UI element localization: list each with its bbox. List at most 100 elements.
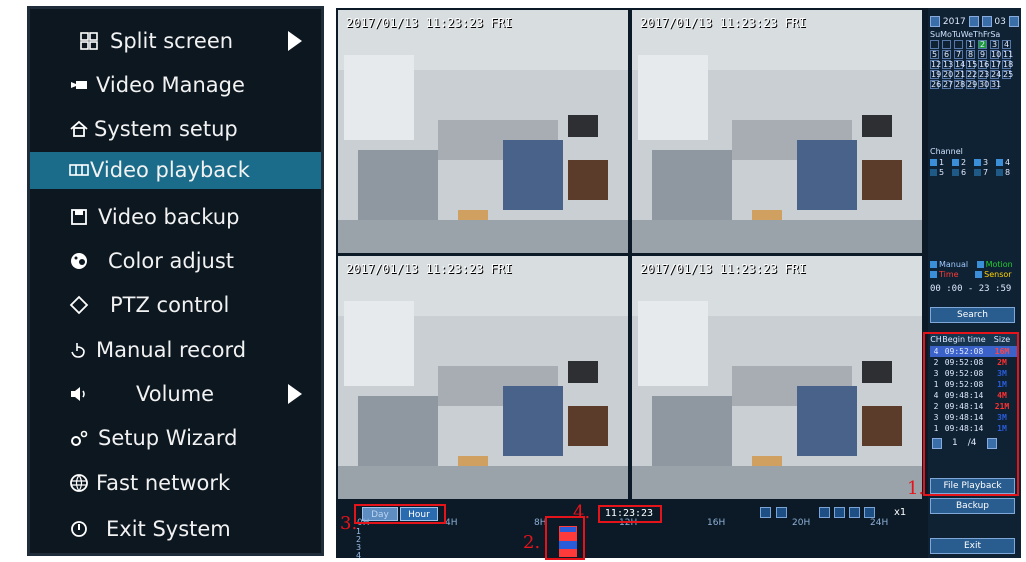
month-next-button[interactable] xyxy=(1008,16,1019,27)
channel-title: Channel xyxy=(930,147,963,156)
motion-checkbox[interactable]: Motion xyxy=(976,260,1013,269)
menu-item-label: Split screen xyxy=(110,29,234,53)
calendar-day[interactable]: 2 xyxy=(978,40,987,49)
menu-item-exit-system[interactable]: Exit System xyxy=(30,511,321,548)
office-scene xyxy=(338,256,628,499)
calendar-day[interactable]: 6 xyxy=(942,50,951,59)
calendar-year: 2017 xyxy=(942,17,966,27)
calendar-weekdays: SuMoTuWeThFrSa xyxy=(930,30,1001,39)
annotation-label-3: 3. xyxy=(340,513,358,534)
ptz-icon xyxy=(68,293,90,317)
main-menu: Split screen Video Manage System setup V… xyxy=(27,6,324,556)
manual-checkbox[interactable]: Manual xyxy=(930,260,968,269)
calendar-day[interactable]: 3 xyxy=(990,40,999,49)
pause-button[interactable] xyxy=(834,507,845,518)
prev-file-button[interactable] xyxy=(760,507,771,518)
menu-item-label: Exit System xyxy=(106,517,231,541)
calendar-day[interactable]: 1 xyxy=(966,40,975,49)
playback-speed: x1 xyxy=(894,507,907,518)
calendar-day[interactable]: 27 xyxy=(942,80,953,89)
timeline-tick: 4H xyxy=(445,518,458,528)
fast-forward-button[interactable] xyxy=(864,507,875,518)
rewind-button[interactable] xyxy=(819,507,830,518)
calendar-day[interactable]: 29 xyxy=(966,80,977,89)
menu-item-system-setup[interactable]: System setup xyxy=(30,111,321,148)
camera-view-4[interactable]: 2017/01/13 11:23:23 FRI xyxy=(632,256,922,499)
menu-item-ptz-control[interactable]: PTZ control xyxy=(30,287,321,324)
calendar-day[interactable]: 10 xyxy=(990,50,1001,59)
calendar-grid: 1 2 3 4 5 6 7 8 9 10 11 12 13 14 15 16 17 18 19 20 21 22 23 24 2… xyxy=(930,40,1018,95)
menu-item-label: Video playback xyxy=(90,158,250,182)
playback-icon xyxy=(68,158,90,182)
calendar-day[interactable]: 4 xyxy=(1002,40,1011,49)
calendar-day[interactable]: 5 xyxy=(930,50,939,59)
calendar-day[interactable]: 13 xyxy=(942,60,953,69)
submenu-arrow-icon xyxy=(288,31,302,51)
calendar-day[interactable]: 23 xyxy=(978,70,989,79)
menu-item-manual-record[interactable]: Manual record xyxy=(30,332,321,369)
year-next-button[interactable] xyxy=(968,16,979,27)
menu-item-color-adjust[interactable]: Color adjust xyxy=(30,243,321,280)
calendar-day[interactable]: 9 xyxy=(978,50,987,59)
month-prev-button[interactable] xyxy=(981,16,992,27)
calendar-day[interactable]: 25 xyxy=(1002,70,1013,79)
office-scene xyxy=(338,10,628,253)
calendar-day[interactable]: 19 xyxy=(930,70,941,79)
annotation-box-4 xyxy=(598,505,662,523)
menu-item-label: Video backup xyxy=(98,205,240,229)
search-button[interactable]: Search xyxy=(930,307,1015,323)
menu-item-video-backup[interactable]: Video backup xyxy=(30,199,321,236)
sensor-checkbox[interactable]: Sensor xyxy=(975,270,1012,279)
channel-checkbox-5[interactable]: 5 xyxy=(930,168,944,177)
menu-item-video-manage[interactable]: Video Manage xyxy=(30,67,321,104)
camera-view-2[interactable]: 2017/01/13 11:23:23 FRI xyxy=(632,10,922,253)
menu-item-setup-wizard[interactable]: Setup Wizard xyxy=(30,420,321,457)
calendar-header: 2017 03 xyxy=(930,16,1019,27)
channel-checkbox-1[interactable]: 1 xyxy=(930,158,944,167)
calendar-day[interactable]: 31 xyxy=(990,80,1001,89)
calendar-day[interactable]: 14 xyxy=(954,60,965,69)
dvr-playback-screen: 2017/01/13 11:23:23 FRI 2017/01/13 11:23… xyxy=(336,8,1021,560)
speaker-icon xyxy=(68,382,90,406)
office-scene xyxy=(632,10,922,253)
play-button[interactable] xyxy=(849,507,860,518)
time-range-field[interactable]: 00 :00 - 23 :59 xyxy=(930,284,1018,298)
menu-item-label: Setup Wizard xyxy=(98,426,238,450)
next-file-button[interactable] xyxy=(776,507,787,518)
timeline-tick: 24H xyxy=(870,518,889,528)
channel-checkbox-3[interactable]: 3 xyxy=(974,158,988,167)
channel-checkbox-2[interactable]: 2 xyxy=(952,158,966,167)
timeline-channel-label: 4 xyxy=(356,551,362,560)
menu-item-video-playback[interactable]: Video playback xyxy=(30,152,321,189)
channel-checkbox-8[interactable]: 8 xyxy=(996,168,1010,177)
calendar-day[interactable]: 28 xyxy=(954,80,965,89)
calendar-day[interactable]: 12 xyxy=(930,60,941,69)
time-checkbox[interactable]: Time xyxy=(930,270,959,279)
calendar-day[interactable]: 7 xyxy=(954,50,963,59)
calendar-day[interactable]: 18 xyxy=(1002,60,1013,69)
calendar-day[interactable]: 17 xyxy=(990,60,1001,69)
camera-view-1[interactable]: 2017/01/13 11:23:23 FRI xyxy=(338,10,628,253)
calendar-day[interactable]: 15 xyxy=(966,60,977,69)
backup-button[interactable]: Backup xyxy=(930,498,1015,514)
channel-checkbox-7[interactable]: 7 xyxy=(974,168,988,177)
channel-checkbox-6[interactable]: 6 xyxy=(952,168,966,177)
menu-item-fast-network[interactable]: Fast network xyxy=(30,465,321,502)
year-prev-button[interactable] xyxy=(930,16,940,27)
camera-view-3[interactable]: 2017/01/13 11:23:23 FRI xyxy=(338,256,628,499)
channel-checkbox-4[interactable]: 4 xyxy=(996,158,1010,167)
calendar-day[interactable]: 22 xyxy=(966,70,977,79)
menu-item-label: System setup xyxy=(94,117,238,141)
calendar-day[interactable]: 30 xyxy=(978,80,989,89)
exit-button[interactable]: Exit xyxy=(930,538,1015,554)
menu-item-label: Video Manage xyxy=(96,73,245,97)
calendar-day[interactable]: 21 xyxy=(954,70,965,79)
calendar-day[interactable]: 16 xyxy=(978,60,989,69)
menu-item-volume[interactable]: Volume xyxy=(30,376,321,413)
calendar-day[interactable]: 24 xyxy=(990,70,1001,79)
menu-item-split-screen[interactable]: Split screen xyxy=(30,23,321,60)
calendar-day[interactable]: 20 xyxy=(942,70,953,79)
calendar-day[interactable]: 11 xyxy=(1002,50,1013,59)
calendar-day[interactable]: 26 xyxy=(930,80,941,89)
calendar-day[interactable]: 8 xyxy=(966,50,975,59)
